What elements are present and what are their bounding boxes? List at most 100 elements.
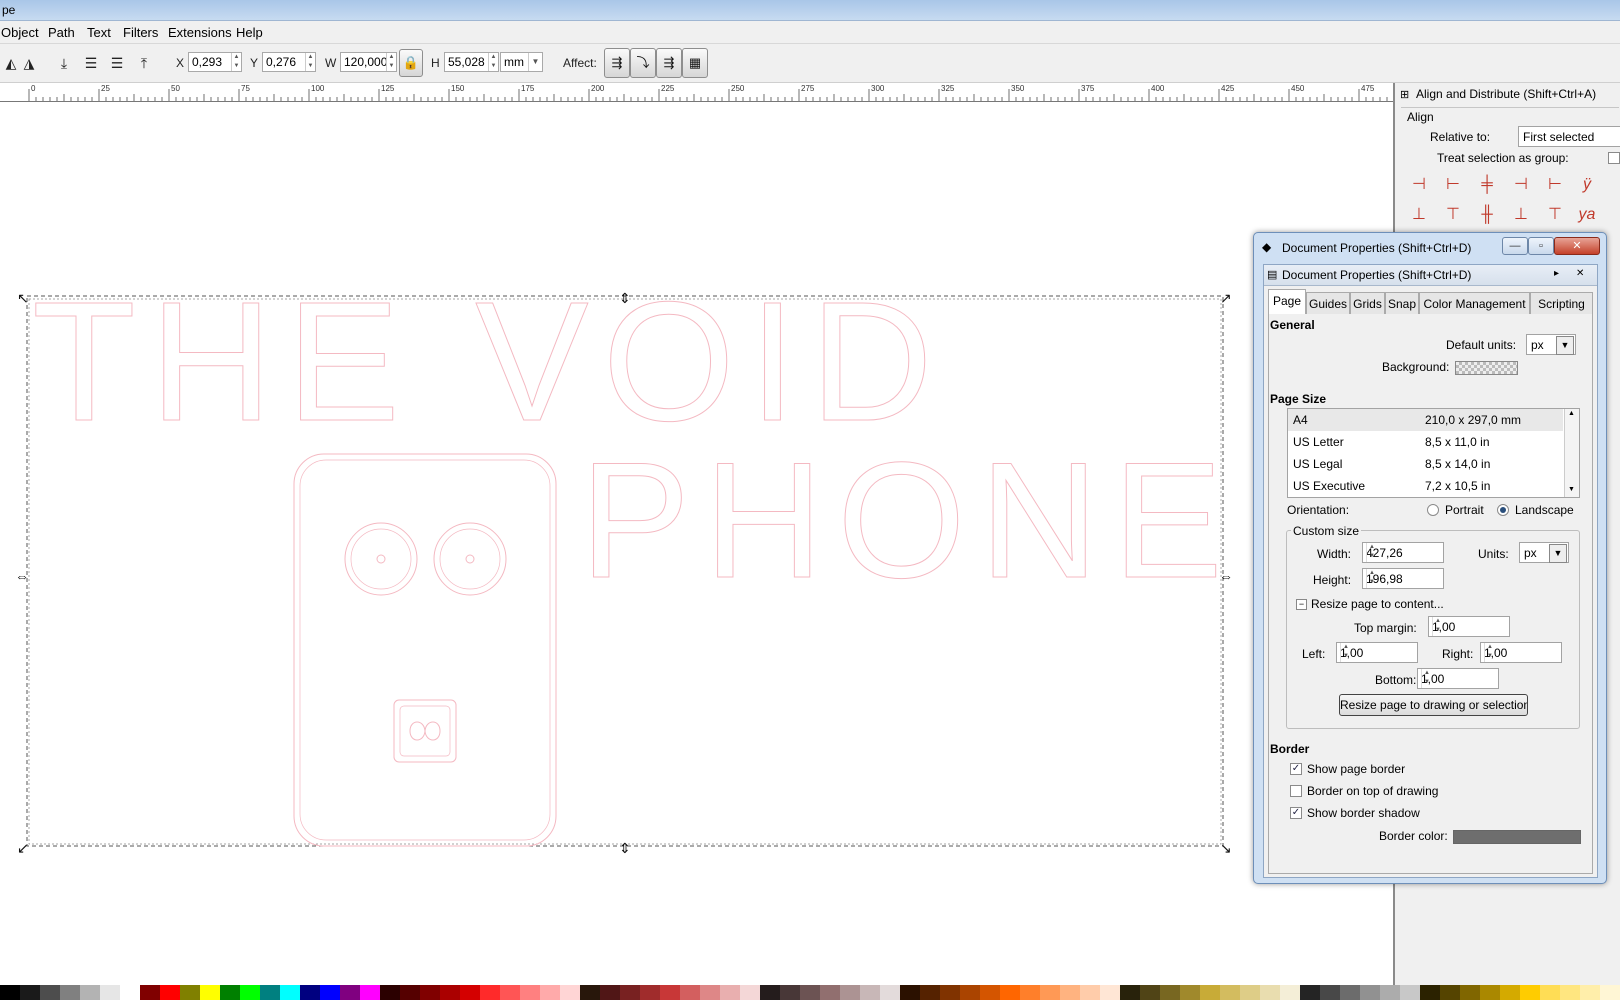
portrait-radio[interactable] bbox=[1427, 504, 1439, 516]
palette-swatch[interactable] bbox=[580, 985, 600, 1000]
left-margin-spin-icon[interactable]: ▲ ▼ bbox=[1340, 643, 1351, 662]
close-button[interactable]: ✕ bbox=[1554, 237, 1600, 255]
width-input[interactable]: 427,26 ▲ ▼ bbox=[1362, 542, 1444, 563]
palette-swatch[interactable] bbox=[1120, 985, 1140, 1000]
palette-swatch[interactable] bbox=[920, 985, 940, 1000]
palette-swatch[interactable] bbox=[720, 985, 740, 1000]
align-left-edge-icon[interactable]: ⊢ bbox=[1543, 173, 1567, 197]
palette-swatch[interactable] bbox=[1400, 985, 1420, 1000]
palette-swatch[interactable] bbox=[480, 985, 500, 1000]
relative-to-select[interactable]: First selected bbox=[1518, 126, 1620, 147]
palette-swatch[interactable] bbox=[260, 985, 280, 1000]
align-left-icon[interactable]: ⊢ bbox=[1441, 173, 1465, 197]
palette-swatch[interactable] bbox=[160, 985, 180, 1000]
palette-swatch[interactable] bbox=[140, 985, 160, 1000]
palette-swatch[interactable] bbox=[220, 985, 240, 1000]
minimize-button[interactable]: — bbox=[1502, 237, 1528, 255]
raise-icon[interactable]: ☰ bbox=[108, 54, 126, 72]
align-right-icon[interactable]: ⊣ bbox=[1509, 173, 1533, 197]
y-spin-arrows-icon[interactable]: ▲ ▼ bbox=[305, 53, 315, 71]
maximize-button[interactable]: ▫ bbox=[1528, 237, 1554, 255]
palette-swatch[interactable] bbox=[1540, 985, 1560, 1000]
flip-vertical-icon[interactable]: ◮ bbox=[20, 54, 38, 72]
palette-swatch[interactable] bbox=[1360, 985, 1380, 1000]
landscape-radio[interactable] bbox=[1497, 504, 1509, 516]
palette-swatch[interactable] bbox=[1000, 985, 1020, 1000]
unit-select[interactable]: mm ▼ bbox=[500, 52, 543, 72]
palette-swatch[interactable] bbox=[700, 985, 720, 1000]
page-size-name[interactable]: US Legal bbox=[1293, 457, 1342, 471]
palette-swatch[interactable] bbox=[500, 985, 520, 1000]
w-spin-arrows-icon[interactable]: ▲ ▼ bbox=[386, 53, 396, 71]
palette-swatch[interactable] bbox=[1160, 985, 1180, 1000]
align-top-icon[interactable]: ⊤ bbox=[1441, 203, 1465, 227]
center-vertical-axis-icon[interactable]: ╪ bbox=[1475, 173, 1499, 197]
show-border-shadow-checkbox[interactable]: ✓ bbox=[1290, 807, 1302, 819]
palette-swatch[interactable] bbox=[1420, 985, 1440, 1000]
palette-swatch[interactable] bbox=[1500, 985, 1520, 1000]
palette-swatch[interactable] bbox=[400, 985, 420, 1000]
palette-swatch[interactable] bbox=[60, 985, 80, 1000]
resize-to-content-expander[interactable]: Resize page to content... bbox=[1311, 597, 1444, 611]
x-input[interactable]: 0,293 ▲ ▼ bbox=[188, 52, 242, 72]
palette-swatch[interactable] bbox=[1220, 985, 1240, 1000]
menu-filters[interactable]: Filters bbox=[123, 25, 158, 40]
h-input[interactable]: 55,028 ▲ ▼ bbox=[444, 52, 499, 72]
affect-patterns-button[interactable]: ▦ bbox=[682, 48, 708, 78]
palette-swatch[interactable] bbox=[100, 985, 120, 1000]
page-size-scrollbar[interactable]: ▲ ▼ bbox=[1564, 409, 1579, 497]
tab-color-management[interactable]: Color Management bbox=[1419, 292, 1530, 314]
palette-swatch[interactable] bbox=[840, 985, 860, 1000]
units-select[interactable]: px ▼ bbox=[1519, 542, 1569, 563]
palette-swatch[interactable] bbox=[660, 985, 680, 1000]
lower-icon[interactable]: ☰ bbox=[82, 54, 100, 72]
palette-swatch[interactable] bbox=[0, 985, 20, 1000]
border-on-top-checkbox[interactable] bbox=[1290, 785, 1302, 797]
menu-object[interactable]: Object bbox=[1, 25, 39, 40]
palette-swatch[interactable] bbox=[180, 985, 200, 1000]
palette-swatch[interactable] bbox=[1520, 985, 1540, 1000]
palette-swatch[interactable] bbox=[640, 985, 660, 1000]
palette-swatch[interactable] bbox=[240, 985, 260, 1000]
tab-guides[interactable]: Guides bbox=[1306, 292, 1350, 314]
show-page-border-checkbox[interactable]: ✓ bbox=[1290, 763, 1302, 775]
palette-swatch[interactable] bbox=[280, 985, 300, 1000]
palette-swatch[interactable] bbox=[940, 985, 960, 1000]
background-color-swatch[interactable] bbox=[1455, 361, 1518, 375]
align-right-edge-icon[interactable]: ⊣ bbox=[1407, 173, 1431, 197]
palette-swatch[interactable] bbox=[1140, 985, 1160, 1000]
palette-swatch[interactable] bbox=[440, 985, 460, 1000]
palette-swatch[interactable] bbox=[600, 985, 620, 1000]
tab-page[interactable]: Page bbox=[1268, 289, 1306, 314]
palette-swatch[interactable] bbox=[1040, 985, 1060, 1000]
menu-extensions[interactable]: Extensions bbox=[168, 25, 232, 40]
border-color-swatch[interactable] bbox=[1453, 830, 1581, 844]
lock-ratio-button[interactable]: 🔒 bbox=[399, 49, 423, 77]
palette-swatch[interactable] bbox=[1020, 985, 1040, 1000]
panel-close-icon[interactable]: ✕ bbox=[1576, 268, 1584, 279]
unit-dropdown-icon[interactable]: ▼ bbox=[528, 53, 542, 71]
w-input[interactable]: 120,000 ▲ ▼ bbox=[340, 52, 397, 72]
height-spin-icon[interactable]: ▲ ▼ bbox=[1366, 569, 1377, 588]
x-spin-arrows-icon[interactable]: ▲ ▼ bbox=[231, 53, 241, 71]
palette-swatch[interactable] bbox=[1580, 985, 1600, 1000]
palette-swatch[interactable] bbox=[1280, 985, 1300, 1000]
scroll-down-icon[interactable]: ▼ bbox=[1568, 486, 1575, 493]
lower-to-bottom-icon[interactable]: ⤓ bbox=[55, 54, 73, 72]
palette-swatch[interactable] bbox=[1080, 985, 1100, 1000]
palette-swatch[interactable] bbox=[1440, 985, 1460, 1000]
bottom-margin-input[interactable]: 1,00 ▲ ▼ bbox=[1417, 668, 1499, 689]
palette-swatch[interactable] bbox=[1240, 985, 1260, 1000]
palette-swatch[interactable] bbox=[980, 985, 1000, 1000]
top-margin-spin-icon[interactable]: ▲ ▼ bbox=[1432, 617, 1443, 636]
align-top-edge-icon[interactable]: ⊤ bbox=[1543, 203, 1567, 227]
palette-swatch[interactable] bbox=[40, 985, 60, 1000]
palette-swatch[interactable] bbox=[1100, 985, 1120, 1000]
palette-swatch[interactable] bbox=[800, 985, 820, 1000]
palette-swatch[interactable] bbox=[960, 985, 980, 1000]
menu-help[interactable]: Help bbox=[236, 25, 263, 40]
palette-swatch[interactable] bbox=[560, 985, 580, 1000]
collapse-icon[interactable]: − bbox=[1296, 599, 1307, 610]
tab-grids[interactable]: Grids bbox=[1350, 292, 1385, 314]
palette-swatch[interactable] bbox=[620, 985, 640, 1000]
